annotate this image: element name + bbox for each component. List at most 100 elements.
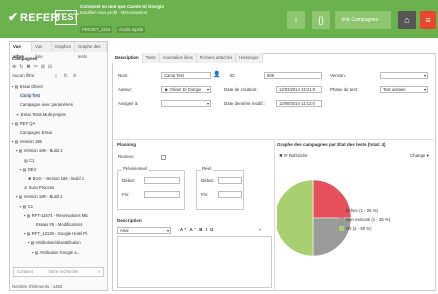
menu-button[interactable]: ≡ bbox=[420, 11, 436, 29]
profile-links[interactable]: Modifier mon profil - Déconnexion bbox=[80, 10, 164, 16]
tree-item[interactable]: ▪ ▤ REF QA bbox=[12, 121, 35, 126]
left-panel: Vue arbre Vue liste Graphes Graphe des t… bbox=[9, 41, 108, 291]
tree-item[interactable]: ▪ ▤ Essai Olivier bbox=[12, 84, 43, 89]
actual-end-label: Fin: bbox=[201, 192, 209, 197]
filter-label[interactable]: Aucun filtre bbox=[12, 73, 35, 78]
upload-button[interactable]: ↑ bbox=[287, 11, 305, 29]
pie-slice[interactable] bbox=[277, 179, 314, 257]
tree-item[interactable]: Campagne Essai bbox=[20, 130, 52, 135]
campaigns-button[interactable]: ⚙⚙ Campagnes bbox=[335, 11, 391, 29]
tab-tree-view[interactable]: Vue arbre bbox=[10, 42, 33, 59]
author-select[interactable]: ☻ Olivier Di Giorgio bbox=[161, 86, 211, 93]
project-pill[interactable]: PROJET_1234 bbox=[80, 26, 113, 33]
tree-item[interactable]: Campagne avec paramètres bbox=[20, 102, 73, 107]
requirements-button[interactable]: {} bbox=[312, 11, 330, 29]
delivery-label: Remise: bbox=[118, 154, 135, 159]
tree-item[interactable]: ⊘ Suivi Process bbox=[24, 185, 54, 190]
id-field[interactable]: 508 bbox=[264, 72, 322, 79]
campaigns-section-title: Campagnes bbox=[12, 56, 38, 61]
id-label: ID: bbox=[230, 73, 236, 78]
tree-item[interactable]: ▪ ▤ RFT-11674 - Réservations ME bbox=[24, 213, 88, 218]
braces-icon: {} bbox=[317, 15, 324, 25]
refresh-button[interactable]: ✖ ⟳ Rafraîchir bbox=[279, 153, 308, 159]
author-value: Olivier Di Giorgio bbox=[169, 87, 202, 92]
tree-item[interactable]: ▤ C1 bbox=[24, 158, 34, 163]
forecast-legend: Prévisionnel bbox=[122, 166, 148, 172]
test-phase-select[interactable]: Test unitaire bbox=[380, 86, 428, 93]
logo-text-refer: REFER bbox=[20, 12, 59, 24]
detail-tabs: Description Tests Anomalies liées Fichie… bbox=[112, 53, 263, 63]
tab-description[interactable]: Description bbox=[112, 53, 143, 63]
legend-swatch bbox=[339, 226, 344, 231]
campaigns-label: Campagnes bbox=[351, 17, 379, 23]
settings-icon[interactable]: ⚙ bbox=[73, 73, 77, 78]
tab-linked-anomalies[interactable]: Anomalies liées bbox=[159, 53, 197, 63]
tree-toolbar: ⊕↻✖✂⊞⊟ bbox=[12, 64, 107, 70]
tab-attachments[interactable]: Fichiers attachés bbox=[196, 53, 237, 63]
tree-item[interactable]: ▪ ▤ Attribution/désattribution bbox=[28, 240, 81, 245]
actual-fieldset bbox=[196, 170, 244, 210]
user-icon[interactable]: 👤 bbox=[213, 72, 223, 79]
assigned-select[interactable] bbox=[161, 100, 211, 107]
last-modified-field[interactable]: 12/09/2014 11:12:0 bbox=[276, 100, 322, 107]
search-box: Contient Votre recherche ⌕ bbox=[13, 267, 104, 277]
filter-row: Aucun filtre ⏚ ⇅ ⚙ bbox=[12, 72, 77, 80]
tree-item[interactable]: Camp Test bbox=[20, 93, 40, 99]
tree-item[interactable]: ▪ ▤ Version 186 - Build 1 bbox=[16, 148, 62, 153]
tab-list-view[interactable]: Vue liste bbox=[32, 42, 52, 59]
tab-history[interactable]: Historique bbox=[236, 53, 263, 63]
legend-item: Ok (2 - 50 %) bbox=[339, 226, 372, 231]
actual-start-field[interactable] bbox=[218, 177, 242, 184]
last-modified-label: Date dernière modif.: bbox=[224, 101, 265, 106]
forecast-end-label: Fin: bbox=[122, 192, 130, 197]
more-tools-button[interactable]: » bbox=[259, 227, 261, 233]
tab-tests[interactable]: Tests bbox=[142, 53, 160, 63]
tree-item[interactable]: ▪ ▤ Attribution Google a... bbox=[32, 250, 80, 255]
assigned-label: Assigné à: bbox=[118, 101, 139, 106]
app-logo: ✔ REFER TEST bbox=[8, 9, 79, 27]
tree-item[interactable]: ▪ ▤ C1 bbox=[20, 204, 33, 209]
upload-icon: ↑ bbox=[293, 15, 299, 25]
filter-icon[interactable]: ⏚ bbox=[54, 73, 59, 78]
sort-icon[interactable]: ⇅ bbox=[64, 73, 68, 78]
version-select[interactable] bbox=[380, 72, 428, 79]
delete-icon[interactable]: ✖ bbox=[26, 64, 33, 70]
tab-graphs[interactable]: Graphes bbox=[51, 42, 75, 52]
search-icon[interactable]: ⌕ bbox=[98, 268, 100, 276]
tab-test-graph[interactable]: Graphe des tests bbox=[74, 42, 107, 59]
copy-icon[interactable]: ✂ bbox=[34, 64, 41, 70]
tree-item[interactable]: ▪ ▤ Version 186 - Build 2 bbox=[16, 194, 62, 199]
collapse-icon[interactable]: ⊟ bbox=[48, 64, 55, 70]
font-select[interactable]: Arial bbox=[117, 227, 171, 234]
change-button[interactable]: Change ▾ bbox=[410, 153, 429, 159]
tree-item[interactable]: ▪ ▤ DEV bbox=[20, 167, 36, 172]
expand-icon[interactable]: ⊞ bbox=[41, 64, 48, 70]
text-format-toolbar[interactable]: A⁺ A⁻ B I U bbox=[180, 227, 214, 233]
tree-item[interactable]: ✔ Essai Tests Multi-projets bbox=[16, 112, 66, 117]
search-input[interactable]: Votre recherche bbox=[48, 269, 78, 274]
left-tabs: Vue arbre Vue liste Graphes Graphe des t… bbox=[10, 42, 107, 59]
tree-item[interactable]: ✖ BUG - Version 186 - Build 1 bbox=[28, 176, 84, 181]
logo-text-test: TEST bbox=[55, 10, 79, 25]
tree-item[interactable]: Essais #5 - Modifications bbox=[36, 222, 82, 227]
creation-date-field[interactable]: 12/03/2014 15:21:0 bbox=[276, 86, 322, 93]
chevron-down-icon: ▾ bbox=[425, 153, 429, 158]
actual-start-label: Début: bbox=[201, 178, 214, 183]
description-editor[interactable] bbox=[117, 236, 272, 288]
planning-title: Planning bbox=[117, 142, 136, 147]
home-button[interactable]: ⌂ bbox=[398, 11, 416, 29]
tree-item[interactable]: ▪ ▤ Version 186 bbox=[12, 139, 42, 144]
delivery-checkbox[interactable] bbox=[161, 155, 166, 160]
version-label: Version: bbox=[330, 73, 346, 78]
tree-item[interactable]: ▪ ▤ RFT_12129 - Google Hotel Pl. bbox=[24, 231, 88, 236]
author-label: Auteur: bbox=[118, 87, 133, 92]
refresh-label: Rafraîchir bbox=[288, 153, 308, 158]
forecast-end-field[interactable] bbox=[144, 191, 180, 198]
forecast-start-field[interactable] bbox=[144, 177, 180, 184]
actual-end-field[interactable] bbox=[218, 191, 242, 198]
forecast-fieldset bbox=[117, 170, 185, 210]
pie-slice[interactable] bbox=[312, 217, 352, 257]
search-contains-label[interactable]: Contient bbox=[17, 269, 33, 274]
name-field[interactable]: Camp Test bbox=[161, 72, 211, 79]
quick-access-pill[interactable]: Accès rapide bbox=[117, 26, 146, 33]
